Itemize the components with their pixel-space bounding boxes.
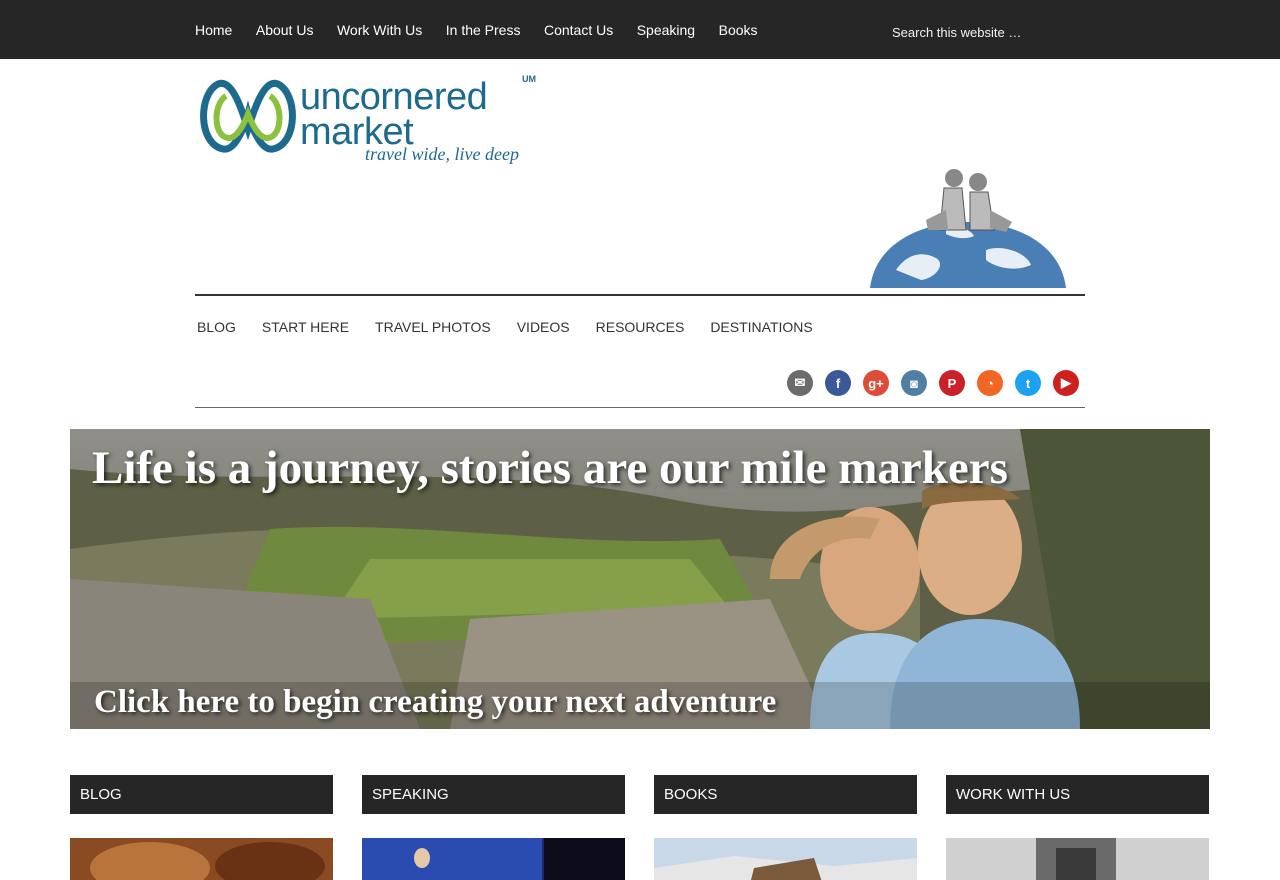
logo-mark-icon: [200, 79, 296, 153]
header-divider: [195, 294, 1085, 296]
hero-cta-link[interactable]: Click here to begin creating your next a…: [94, 684, 776, 721]
widget-work-with-us: WORK WITH US: [946, 775, 1209, 880]
widget-title-blog[interactable]: BLOG: [70, 775, 333, 814]
widget-image-books[interactable]: [654, 838, 917, 880]
top-navigation: Home About Us Work With Us In the Press …: [195, 0, 781, 59]
topnav-work-with-us[interactable]: Work With Us: [337, 22, 422, 38]
hero-title: Life is a journey, stories are our mile …: [92, 442, 1008, 494]
widget-blog: BLOG: [70, 775, 333, 880]
nav-divider: [195, 407, 1085, 408]
widget-title-work-with-us[interactable]: WORK WITH US: [946, 775, 1209, 814]
topnav-about-us[interactable]: About Us: [256, 22, 314, 38]
topnav-in-the-press[interactable]: In the Press: [446, 22, 521, 38]
hero-banner[interactable]: Life is a journey, stories are our mile …: [70, 429, 1210, 729]
mainnav-destinations[interactable]: DESTINATIONS: [710, 319, 812, 335]
widget-image-work-with-us[interactable]: [946, 838, 1209, 880]
youtube-icon[interactable]: ▶: [1053, 370, 1079, 396]
google-plus-icon[interactable]: g+: [863, 370, 889, 396]
widget-books: BOOKS: [654, 775, 917, 880]
pinterest-icon[interactable]: P: [939, 370, 965, 396]
instagram-icon[interactable]: ◙: [901, 370, 927, 396]
top-bar: Home About Us Work With Us In the Press …: [0, 0, 1280, 59]
site-logo[interactable]: uncornered market UM travel wide, live d…: [198, 74, 548, 170]
mainnav-videos[interactable]: VIDEOS: [517, 319, 570, 335]
mainnav-resources[interactable]: RESOURCES: [596, 319, 685, 335]
mainnav-blog[interactable]: BLOG: [197, 319, 236, 335]
search-input[interactable]: [884, 19, 1084, 45]
logo-tagline: travel wide, live deep: [365, 144, 519, 164]
widget-speaking: SPEAKING: [362, 775, 625, 880]
widget-title-speaking[interactable]: SPEAKING: [362, 775, 625, 814]
social-icons: ✉ f g+ ◙ P ◔ t ▶: [787, 370, 1091, 396]
mainnav-travel-photos[interactable]: TRAVEL PHOTOS: [375, 319, 491, 335]
logo-trademark: UM: [522, 74, 536, 84]
topnav-speaking[interactable]: Speaking: [637, 22, 695, 38]
topnav-books[interactable]: Books: [719, 22, 758, 38]
topnav-home[interactable]: Home: [195, 22, 232, 38]
email-icon[interactable]: ✉: [787, 370, 813, 396]
widget-title-books[interactable]: BOOKS: [654, 775, 917, 814]
globe-illustration: [870, 169, 1066, 288]
widget-image-blog[interactable]: [70, 838, 333, 880]
widget-image-speaking[interactable]: [362, 838, 625, 880]
mainnav-start-here[interactable]: START HERE: [262, 319, 349, 335]
twitter-icon[interactable]: t: [1015, 370, 1041, 396]
main-navigation: BLOG START HERE TRAVEL PHOTOS VIDEOS RES…: [197, 319, 839, 335]
topnav-contact-us[interactable]: Contact Us: [544, 22, 613, 38]
rss-icon[interactable]: ◔: [977, 370, 1003, 396]
facebook-icon[interactable]: f: [825, 370, 851, 396]
